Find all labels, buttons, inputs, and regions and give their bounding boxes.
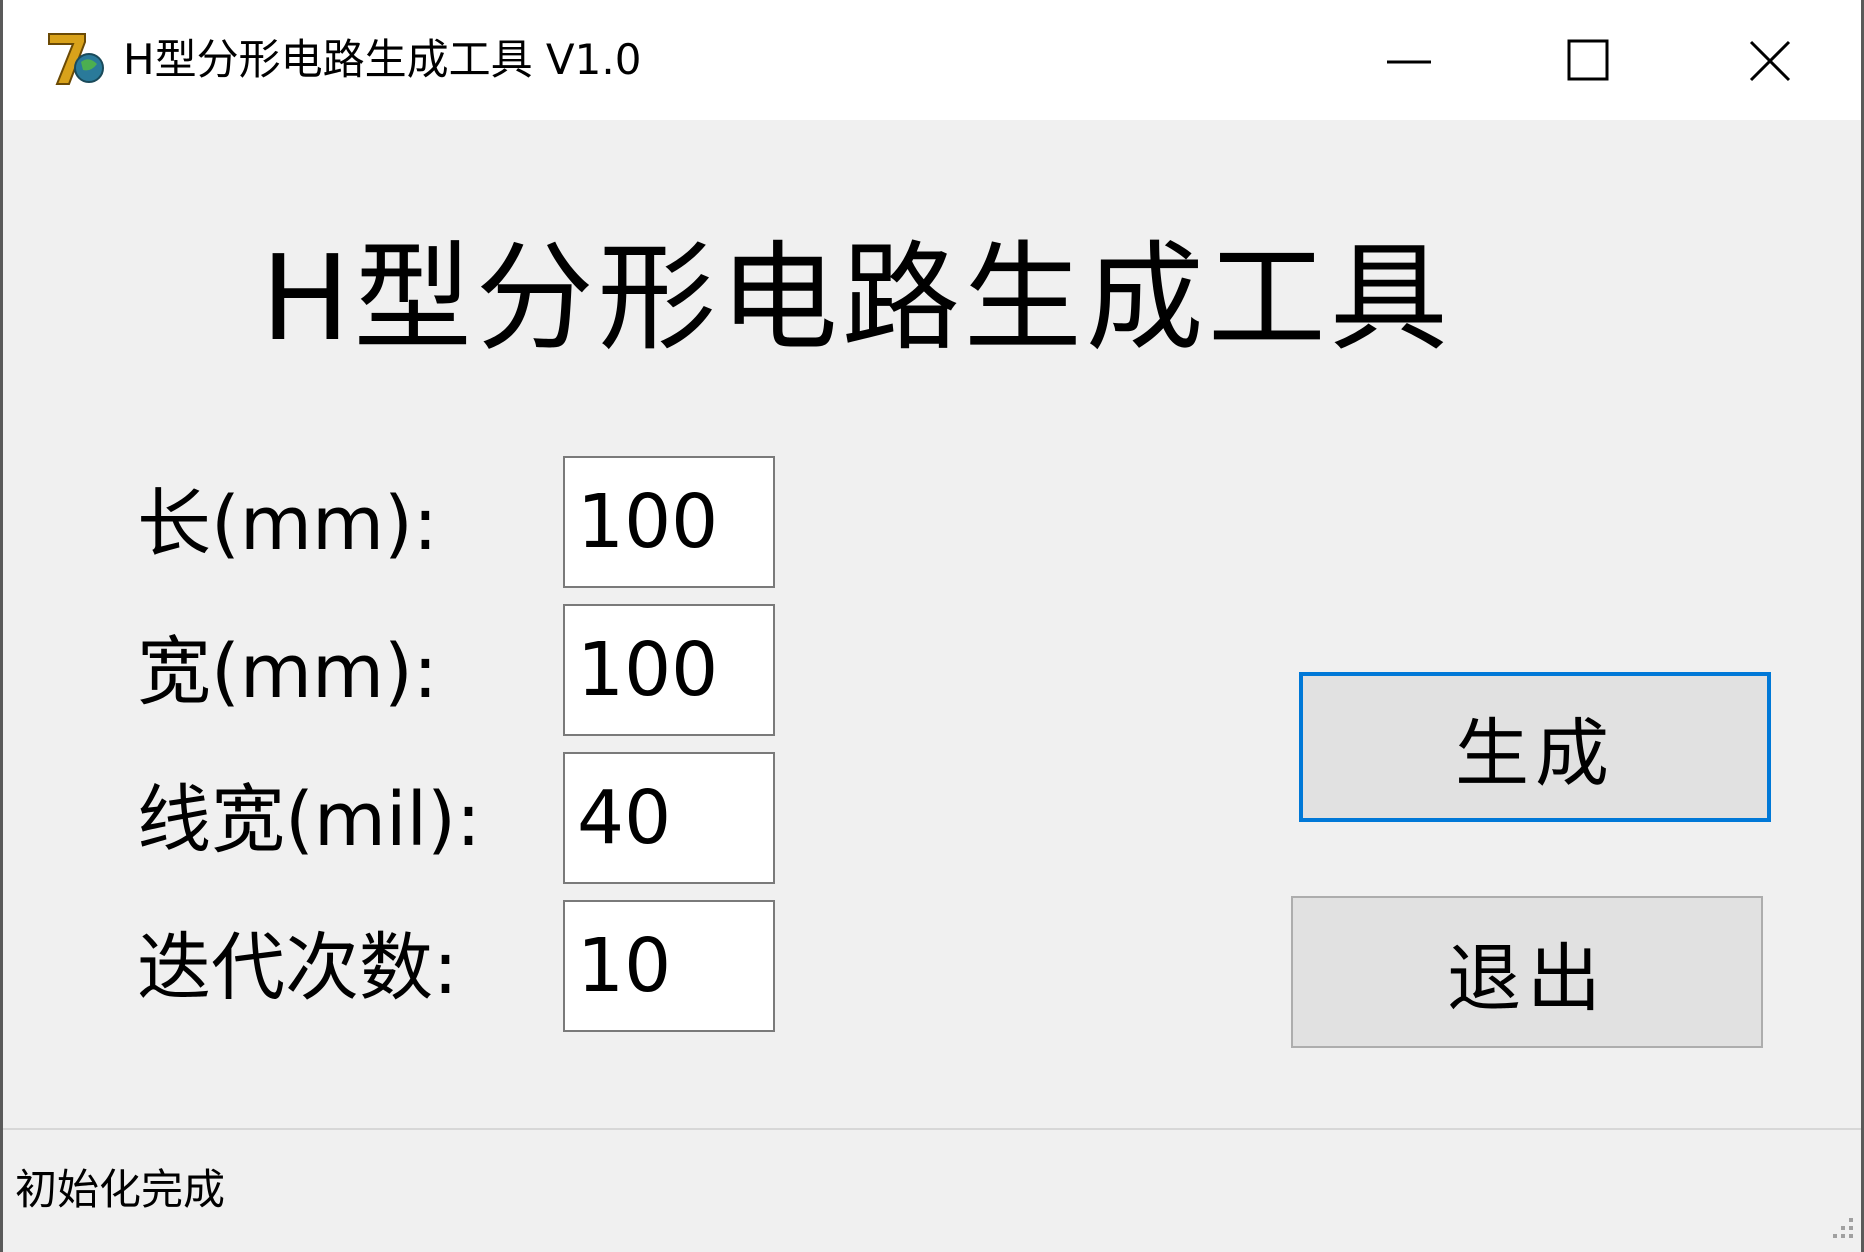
width-input[interactable] [563, 604, 775, 736]
iterations-input[interactable] [563, 900, 775, 1032]
length-input[interactable] [563, 456, 775, 588]
close-icon [1749, 40, 1791, 82]
minimize-button[interactable] [1319, 0, 1499, 120]
status-text: 初始化完成 [15, 1165, 226, 1214]
app-window: H型分形电路生成工具 V1.0 H型分形电路生成工具 长(mm): 宽(mm):… [0, 0, 1864, 1252]
length-label: 长(mm): [137, 481, 438, 567]
page-heading: H型分形电路生成工具 [261, 229, 1452, 367]
app-logo-icon [48, 33, 104, 85]
line-width-label: 线宽(mil): [137, 777, 481, 863]
line-width-input[interactable] [563, 752, 775, 884]
exit-button[interactable]: 退出 [1291, 896, 1763, 1048]
maximize-icon [1567, 39, 1609, 81]
status-bar: 初始化完成 [3, 1130, 1861, 1252]
close-button[interactable] [1679, 0, 1859, 120]
resize-grip-icon[interactable] [1821, 1210, 1857, 1246]
iterations-label: 迭代次数: [137, 925, 458, 1011]
generate-button[interactable]: 生成 [1299, 672, 1771, 822]
maximize-button[interactable] [1499, 0, 1679, 120]
minimize-icon [1387, 60, 1431, 64]
width-label: 宽(mm): [137, 629, 438, 715]
title-bar[interactable]: H型分形电路生成工具 V1.0 [3, 0, 1861, 120]
window-title: H型分形电路生成工具 V1.0 [123, 35, 642, 84]
